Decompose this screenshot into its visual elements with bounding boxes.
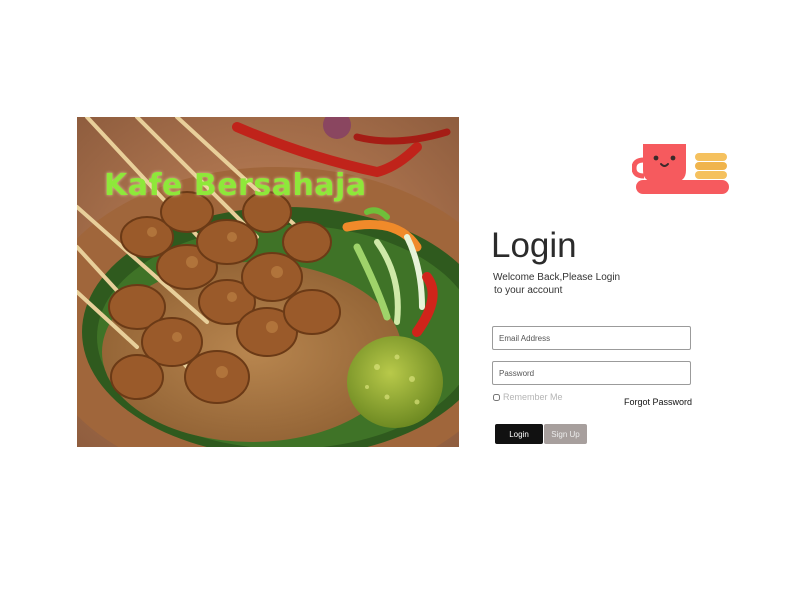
cup-and-cookies-icon	[631, 140, 732, 198]
satay-illustration	[77, 117, 459, 447]
email-input[interactable]	[492, 326, 691, 350]
login-page: Kafe Bersahaja Login Welcome Back,Please…	[0, 0, 800, 600]
welcome-line-2: to your account	[494, 285, 563, 296]
welcome-message: Welcome Back,Please Login to your accoun…	[493, 271, 653, 297]
hero-food-image: Kafe Bersahaja	[77, 117, 459, 447]
brand-title: Kafe Bersahaja	[104, 168, 367, 203]
login-heading: Login	[491, 226, 577, 265]
remember-me-label: Remember Me	[503, 392, 563, 402]
remember-me-checkbox[interactable]	[493, 393, 500, 401]
remember-me-option[interactable]: Remember Me	[493, 392, 563, 402]
signup-button[interactable]: Sign Up	[544, 424, 587, 444]
password-input[interactable]	[492, 361, 691, 385]
forgot-password-link[interactable]: Forgot Password	[624, 397, 692, 407]
welcome-line-1: Welcome Back,Please Login	[493, 272, 621, 283]
login-button[interactable]: Login	[495, 424, 543, 444]
